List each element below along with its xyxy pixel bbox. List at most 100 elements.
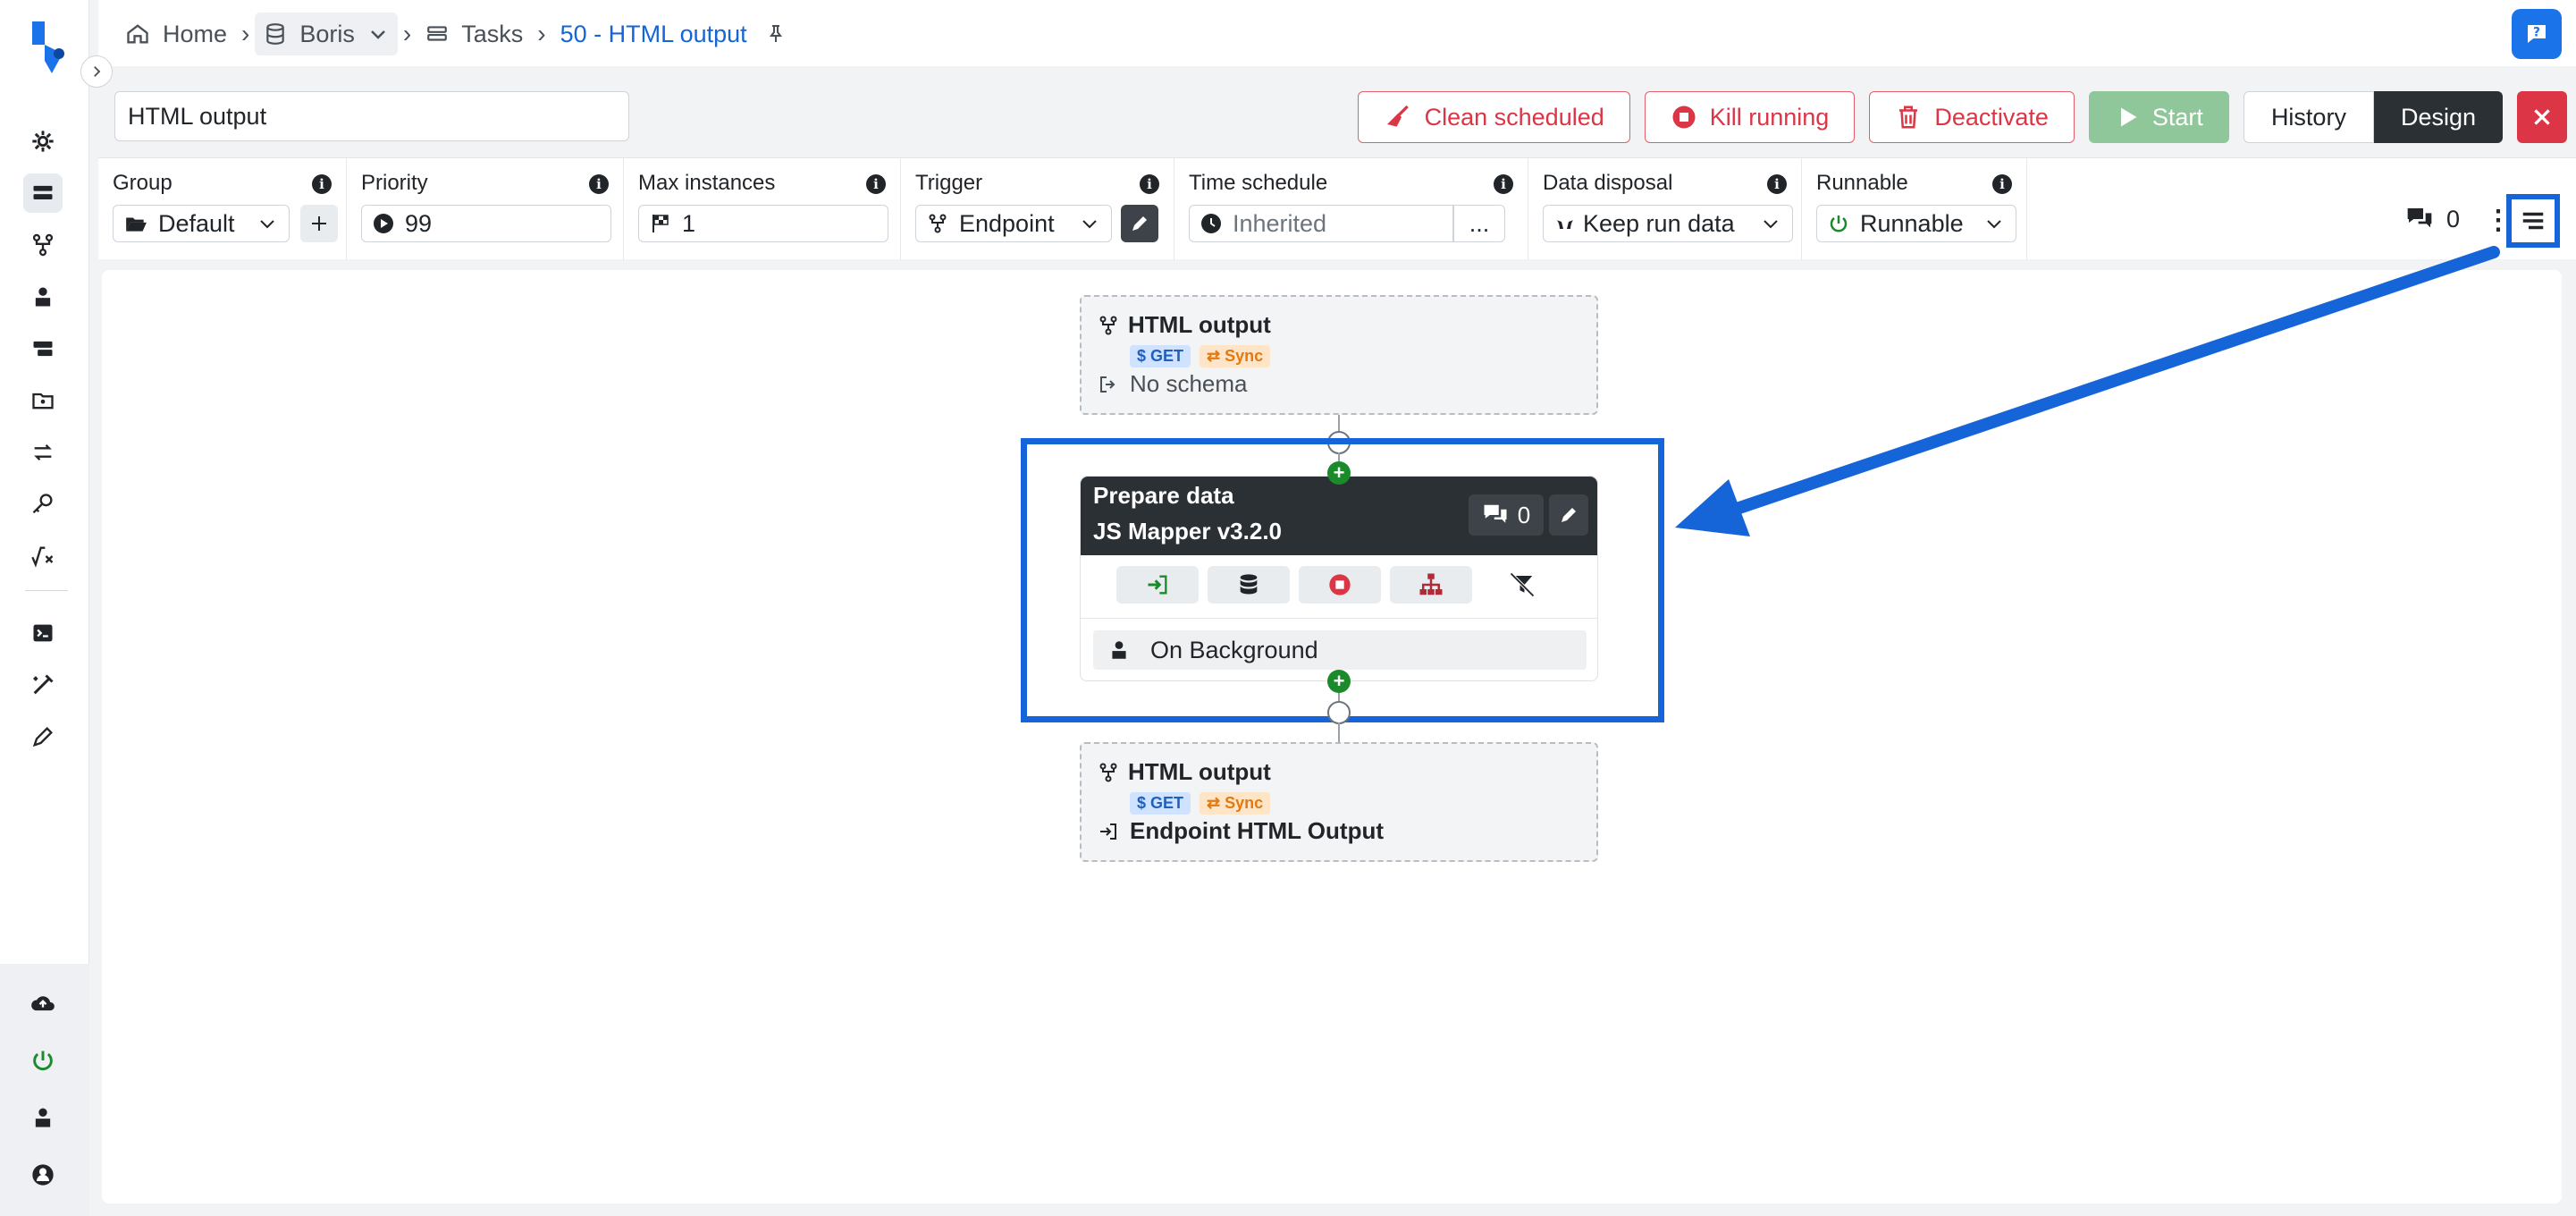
priority-label: Priority (361, 171, 428, 195)
folder-nav-icon[interactable] (23, 381, 63, 420)
sync-badge: ⇄ Sync (1200, 345, 1271, 367)
pin-button[interactable] (756, 13, 796, 55)
data-store-button[interactable] (1208, 566, 1290, 604)
checkered-flag-icon (652, 215, 669, 232)
app-logo[interactable] (25, 18, 70, 79)
folder-open-icon (126, 217, 147, 232)
step-agent-text: On Background (1150, 636, 1318, 663)
transfer-nav-icon[interactable] (23, 433, 63, 472)
breadcrumb-home[interactable]: Home (116, 13, 236, 55)
kill-running-button[interactable]: Kill running (1644, 91, 1856, 143)
filter-off-button[interactable] (1481, 566, 1563, 604)
add-group-button[interactable] (300, 205, 338, 242)
magic-nav-icon[interactable] (23, 665, 63, 705)
sidebar (0, 0, 89, 1216)
runnable-value: Runnable (1860, 209, 1964, 237)
priority-field: Priority i 99 (347, 158, 624, 260)
start-node-schema-text: No schema (1130, 370, 1248, 397)
breadcrumb: Home › Boris › Tasks › 50 - HTML output (116, 13, 796, 55)
group-field: Group i Default (98, 158, 347, 260)
flow-nav-icon[interactable] (23, 225, 63, 265)
cloud-upload-icon[interactable] (23, 984, 63, 1023)
info-icon[interactable]: i (1992, 174, 2012, 194)
flow-icon (929, 214, 947, 233)
chevron-right-icon: › (402, 20, 412, 47)
time-schedule-input[interactable]: Inherited (1189, 205, 1453, 242)
breadcrumb-tasks[interactable]: Tasks (417, 13, 532, 55)
input-port[interactable] (1327, 701, 1351, 724)
time-schedule-more-button[interactable]: ... (1453, 205, 1505, 242)
close-button[interactable] (2517, 91, 2567, 143)
tasks-nav-icon[interactable] (23, 173, 63, 213)
database-icon (266, 23, 285, 45)
start-button[interactable]: Start (2088, 91, 2229, 143)
clean-scheduled-button[interactable]: Clean scheduled (1357, 91, 1630, 143)
data-disposal-field: Data disposal i Keep run data (1528, 158, 1802, 260)
task-name-input[interactable] (114, 91, 629, 141)
deactivate-button[interactable]: Deactivate (1869, 91, 2075, 143)
user-icon[interactable] (23, 1155, 63, 1195)
breadcrumb-current[interactable]: 50 - HTML output (551, 13, 756, 55)
sidebar-bottom (0, 964, 89, 1216)
stop-step-button[interactable] (1299, 566, 1381, 604)
time-schedule-value: Inherited (1233, 209, 1327, 237)
data-disposal-select[interactable]: Keep run data (1543, 205, 1793, 242)
plus-icon (312, 216, 326, 231)
start-endpoint-node[interactable]: HTML output $ GET ⇄ Sync No schema (1080, 295, 1598, 415)
storage-nav-icon[interactable] (23, 329, 63, 368)
terminal-nav-icon[interactable] (23, 613, 63, 653)
trigger-label: Trigger (915, 171, 983, 195)
agent-icon[interactable] (23, 1098, 63, 1137)
info-icon[interactable]: i (312, 174, 332, 194)
deactivate-label: Deactivate (1934, 103, 2049, 131)
agents-nav-icon[interactable] (23, 277, 63, 317)
end-endpoint-node[interactable]: HTML output $ GET ⇄ Sync Endpoint HTML O… (1080, 742, 1598, 862)
help-chat-icon: ? (2528, 25, 2546, 43)
end-node-badges: $ GET ⇄ Sync (1130, 792, 1271, 815)
info-icon[interactable]: i (589, 174, 609, 194)
play-icon (2120, 107, 2137, 127)
input-mapping-button[interactable] (1116, 566, 1199, 604)
time-schedule-field: Time schedule i Inherited ... (1174, 158, 1528, 260)
edit-trigger-button[interactable] (1121, 205, 1158, 242)
history-tab[interactable]: History (2243, 91, 2374, 143)
add-step-before-button[interactable]: + (1327, 461, 1351, 485)
mapper-step-node[interactable]: Prepare data JS Mapper v3.2.0 0 On Backg… (1080, 476, 1598, 681)
design-tab[interactable]: Design (2373, 91, 2503, 143)
trigger-select[interactable]: Endpoint (915, 205, 1112, 242)
chevron-down-icon (370, 30, 385, 39)
agent-icon (1112, 641, 1126, 659)
group-select[interactable]: Default (113, 205, 290, 242)
time-schedule-label: Time schedule (1189, 171, 1328, 195)
power-icon[interactable] (23, 1041, 63, 1080)
priority-value: 99 (405, 209, 433, 237)
hierarchy-button[interactable] (1390, 566, 1472, 604)
runnable-field: Runnable i Runnable (1802, 158, 2027, 260)
pencil-icon (1562, 508, 1576, 522)
chevron-down-icon (260, 220, 274, 229)
sync-badge: ⇄ Sync (1200, 792, 1271, 815)
comments-button[interactable]: 0 (2405, 205, 2460, 233)
sidebar-expand-button[interactable] (80, 55, 113, 88)
edit-step-button[interactable] (1549, 494, 1588, 536)
info-icon[interactable]: i (1494, 174, 1513, 194)
toggle-list-button[interactable] (2506, 194, 2560, 248)
play-circle-icon (374, 214, 393, 233)
step-comments-button[interactable]: 0 (1469, 494, 1544, 536)
key-nav-icon[interactable] (23, 485, 63, 524)
add-step-after-button[interactable]: + (1327, 670, 1351, 693)
stop-circle-icon (1672, 106, 1696, 129)
info-icon[interactable]: i (1140, 174, 1159, 194)
info-icon[interactable]: i (866, 174, 886, 194)
max-instances-input[interactable]: 1 (638, 205, 888, 242)
function-nav-icon[interactable] (23, 536, 63, 576)
priority-input[interactable]: 99 (361, 205, 611, 242)
breadcrumb-workspace[interactable]: Boris (255, 13, 398, 55)
settings-icon[interactable] (23, 122, 63, 161)
pen-nav-icon[interactable] (23, 717, 63, 756)
runnable-select[interactable]: Runnable (1816, 205, 2016, 242)
info-icon[interactable]: i (1767, 174, 1787, 194)
max-instances-value: 1 (682, 209, 696, 237)
help-chat-button[interactable]: ? (2512, 9, 2562, 59)
step-agent[interactable]: On Background (1093, 630, 1587, 670)
